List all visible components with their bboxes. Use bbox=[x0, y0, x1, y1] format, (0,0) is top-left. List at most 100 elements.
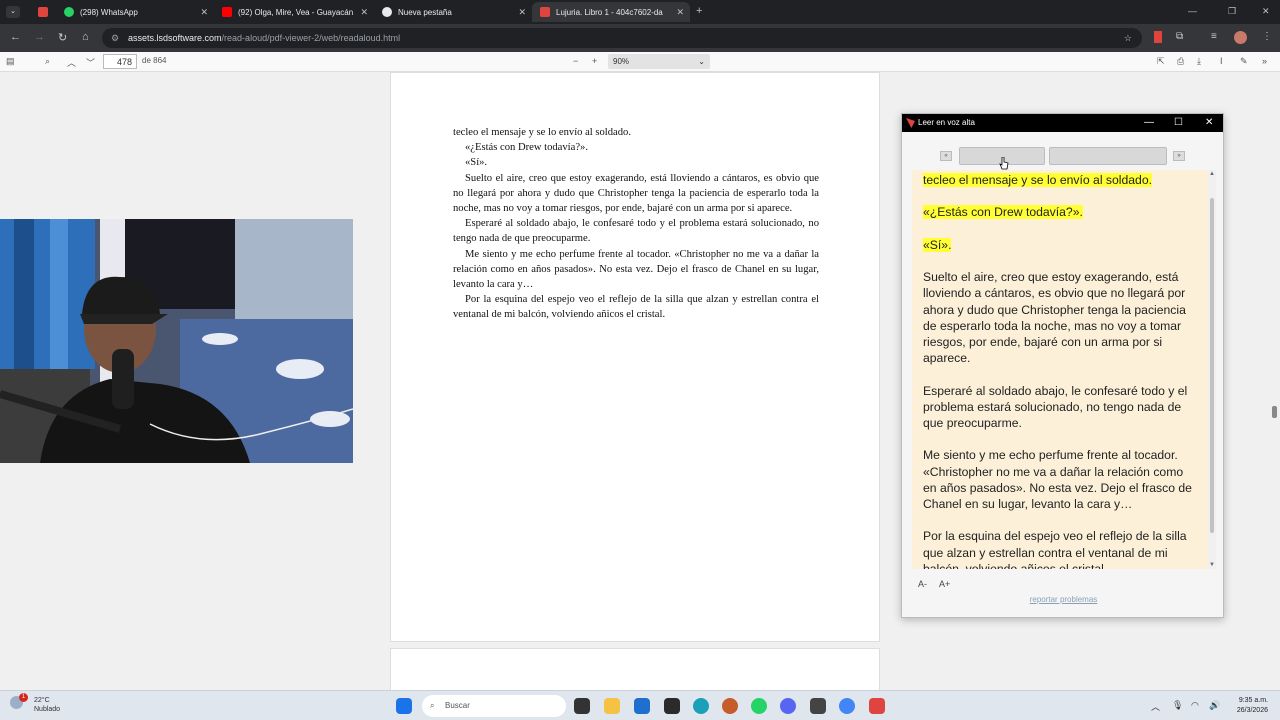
read-aloud-text-panel[interactable]: tecleo el mensaje y se lo envío al solda… bbox=[912, 170, 1208, 569]
task-view-icon[interactable] bbox=[574, 698, 590, 714]
whatsapp-icon bbox=[64, 7, 74, 17]
file-explorer-icon[interactable] bbox=[604, 698, 620, 714]
report-problems-link[interactable]: reportar problemas bbox=[902, 595, 1225, 604]
tab-youtube[interactable]: (92) Olga, Mire, Vea - Guayacán ✕ bbox=[214, 2, 374, 22]
text-paragraph: Suelto el aire, creo que estoy exagerand… bbox=[923, 270, 1186, 366]
app-icon[interactable] bbox=[722, 698, 738, 714]
weather-widget[interactable]: 1 22°C Nublado bbox=[10, 693, 61, 714]
forward-icon[interactable]: → bbox=[34, 31, 45, 43]
pdf-paragraph: Me siento y me echo perfume frente al to… bbox=[453, 248, 819, 291]
pdf-paragraph: «Sí». bbox=[465, 157, 488, 169]
read-aloud-app-icon[interactable] bbox=[869, 698, 885, 714]
tab-favicon-only[interactable] bbox=[30, 2, 56, 22]
font-increase-button[interactable]: A+ bbox=[939, 579, 950, 589]
restore-icon[interactable]: ❐ bbox=[1228, 6, 1236, 17]
read-aloud-titlebar[interactable]: Leer en voz alta — ☐ ✕ bbox=[902, 114, 1223, 132]
back-icon[interactable]: ← bbox=[10, 31, 21, 43]
microphone-icon[interactable]: 🎙 bbox=[1172, 700, 1183, 711]
pdf-page: tecleo el mensaje y se lo envío al solda… bbox=[390, 72, 880, 642]
read-aloud-extension-icon[interactable] bbox=[1154, 31, 1162, 43]
volume-icon[interactable]: 🔊 bbox=[1209, 700, 1220, 711]
zoom-in-icon[interactable]: + bbox=[592, 56, 597, 66]
read-aloud-title: Leer en voz alta bbox=[918, 118, 975, 127]
discord-icon[interactable] bbox=[780, 698, 796, 714]
chrome-icon[interactable] bbox=[839, 698, 855, 714]
previous-page-icon[interactable]: ︿ bbox=[67, 56, 76, 69]
zoom-select[interactable]: 90% ⌄ bbox=[608, 54, 710, 69]
obs-icon[interactable] bbox=[810, 698, 826, 714]
media-controls-icon[interactable]: ≡ bbox=[1211, 31, 1217, 42]
microsoft-store-icon[interactable] bbox=[634, 698, 650, 714]
minimize-icon[interactable]: — bbox=[1144, 114, 1154, 132]
zoom-out-icon[interactable]: − bbox=[573, 56, 578, 66]
draw-icon[interactable]: ✎ bbox=[1240, 56, 1248, 67]
weather-condition: Nublado bbox=[34, 706, 61, 713]
terminal-icon[interactable] bbox=[664, 698, 680, 714]
windows-start-icon[interactable] bbox=[396, 698, 412, 714]
print-icon[interactable]: ⎙ bbox=[1177, 56, 1184, 67]
font-decrease-button[interactable]: A- bbox=[918, 579, 927, 589]
pdf-paragraph: Esperaré al soldado abajo, le confesaré … bbox=[453, 218, 819, 245]
pdf-toolbar: ▤ ⌕ ︿ ﹀ 478 de 864 − + 90% ⌄ ⇱ ⎙ ⤓ I ✎ » bbox=[0, 52, 1280, 72]
clock[interactable]: 9:35 a.m. 26/3/2026 bbox=[1237, 696, 1268, 716]
mouse-cursor-icon bbox=[999, 157, 1009, 170]
search-icon[interactable]: ⌕ bbox=[45, 56, 50, 67]
next-page-icon[interactable]: ﹀ bbox=[86, 56, 95, 69]
more-tools-icon[interactable]: » bbox=[1262, 56, 1267, 66]
edge-icon[interactable] bbox=[693, 698, 709, 714]
sidebar-toggle-icon[interactable]: ▤ bbox=[6, 56, 15, 67]
close-icon[interactable]: ✕ bbox=[200, 7, 208, 18]
close-icon[interactable]: ✕ bbox=[518, 7, 526, 18]
download-icon[interactable]: ⤓ bbox=[1197, 56, 1201, 67]
highlighted-paragraph: «¿Estás con Drew todavía?». bbox=[923, 205, 1083, 220]
highlighted-paragraph: «Sí». bbox=[923, 237, 952, 252]
new-tab-icon[interactable]: + bbox=[696, 5, 702, 17]
taskbar-search[interactable]: ⌕ Buscar bbox=[422, 695, 566, 717]
pdf-paragraph: «¿Estás con Drew todavía?». bbox=[465, 142, 588, 154]
extensions-icon[interactable]: ⧉ bbox=[1176, 31, 1183, 42]
webcam-video bbox=[0, 219, 353, 463]
open-file-icon[interactable]: ⇱ bbox=[1157, 56, 1165, 67]
whatsapp-icon[interactable] bbox=[751, 698, 767, 714]
read-aloud-logo-icon bbox=[906, 118, 915, 128]
tab-label: Nueva pestaña bbox=[398, 7, 452, 17]
pdf-paragraph: Por la esquina del espejo veo el reflejo… bbox=[453, 294, 819, 321]
home-icon[interactable]: ⌂ bbox=[82, 31, 89, 43]
minimize-icon[interactable]: — bbox=[1188, 6, 1197, 16]
pdf-page-text: tecleo el mensaje y se lo envío al solda… bbox=[453, 125, 819, 323]
scroll-up-icon[interactable]: ▲ bbox=[1209, 171, 1215, 177]
forward-button[interactable]: » bbox=[1173, 151, 1185, 161]
address-toolbar: ← → ↻ ⌂ ⚙ assets.lsdsoftware.com/read-al… bbox=[0, 24, 1280, 52]
page-scrollbar[interactable] bbox=[1272, 406, 1277, 418]
tab-lujuria[interactable]: Lujuria. Libro 1 - 404c7602-da ✕ bbox=[532, 2, 690, 22]
close-icon[interactable]: ✕ bbox=[1205, 114, 1213, 132]
tray-expand-icon[interactable]: ︿ bbox=[1151, 700, 1160, 713]
bookmark-star-icon[interactable]: ☆ bbox=[1124, 28, 1132, 48]
tab-whatsapp[interactable]: (298) WhatsApp ✕ bbox=[56, 2, 214, 22]
close-window-icon[interactable]: ✕ bbox=[1262, 6, 1270, 17]
text-paragraph: Me siento y me echo perfume frente al to… bbox=[923, 448, 1192, 511]
maximize-icon[interactable]: ☐ bbox=[1174, 114, 1183, 132]
menu-icon[interactable]: ⋮ bbox=[1262, 31, 1272, 42]
page-number-input[interactable]: 478 bbox=[103, 54, 137, 69]
tab-label: Lujuria. Libro 1 - 404c7602-da bbox=[556, 7, 663, 17]
url-bar[interactable]: ⚙ assets.lsdsoftware.com/read-aloud/pdf-… bbox=[102, 28, 1142, 48]
tab-label: (92) Olga, Mire, Vea - Guayacán bbox=[238, 7, 354, 17]
scroll-down-icon[interactable]: ▼ bbox=[1209, 562, 1215, 568]
date: 26/3/2026 bbox=[1236, 707, 1268, 714]
stop-button[interactable] bbox=[1049, 147, 1167, 165]
wifi-icon[interactable]: ◠ bbox=[1191, 700, 1199, 711]
read-aloud-scrollbar[interactable]: ▲ ▼ bbox=[1208, 170, 1216, 569]
site-info-icon[interactable]: ⚙ bbox=[111, 28, 119, 48]
profile-avatar[interactable] bbox=[1234, 31, 1247, 44]
reload-icon[interactable]: ↻ bbox=[58, 31, 67, 44]
tab-search-button[interactable]: ⌄ bbox=[6, 6, 20, 18]
tab-new[interactable]: Nueva pestaña ✕ bbox=[374, 2, 532, 22]
text-paragraph: Por la esquina del espejo veo el reflejo… bbox=[923, 529, 1187, 569]
rewind-button[interactable]: « bbox=[940, 151, 952, 161]
text-tool-icon[interactable]: I bbox=[1220, 56, 1223, 66]
close-icon[interactable]: ✕ bbox=[676, 7, 684, 18]
scroll-thumb[interactable] bbox=[1210, 198, 1214, 533]
search-icon: ⌕ bbox=[430, 701, 435, 710]
close-icon[interactable]: ✕ bbox=[360, 7, 368, 18]
